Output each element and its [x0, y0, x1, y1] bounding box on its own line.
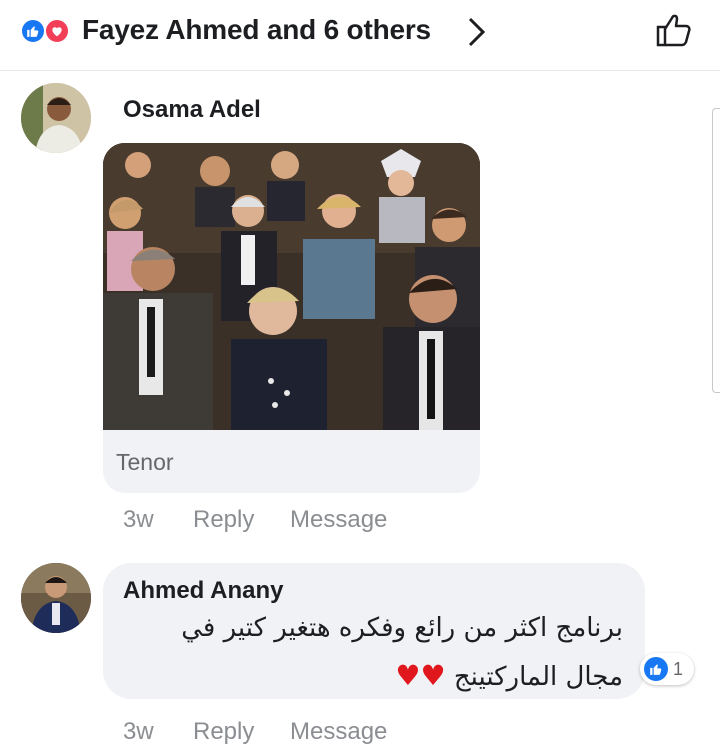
comment-author[interactable]: Ahmed Anany: [123, 577, 283, 605]
gif-source-label[interactable]: Tenor: [116, 449, 174, 476]
scrollbar[interactable]: [712, 108, 720, 393]
comment-author[interactable]: Osama Adel: [123, 96, 261, 124]
chevron-right-icon[interactable]: [466, 16, 488, 53]
gif-attachment[interactable]: Tenor: [103, 143, 480, 493]
love-reaction-icon: [44, 18, 70, 44]
reply-link[interactable]: Reply: [193, 718, 254, 746]
reaction-count-badge[interactable]: 1: [640, 653, 694, 685]
comment-text-line: مجال الماركتينج ♥♥: [123, 659, 623, 692]
comment-bubble[interactable]: Ahmed Anany برنامج اكثر من رائع وفكره هت…: [103, 563, 645, 699]
gif-image: [103, 143, 480, 430]
comment-timestamp: 3w: [123, 718, 154, 745]
avatar[interactable]: [21, 563, 91, 633]
thumbs-up-icon[interactable]: [654, 10, 694, 55]
reactions-header[interactable]: Fayez Ahmed and 6 others: [0, 0, 720, 66]
like-reaction-icon: [644, 657, 668, 681]
comment-timestamp: 3w: [123, 506, 154, 533]
heart-emoji: ♥♥: [395, 659, 446, 692]
reactors-summary[interactable]: Fayez Ahmed and 6 others: [82, 14, 431, 46]
comment-text-line: برنامج اكثر من رائع وفكره هتغير كتير في: [181, 613, 623, 643]
avatar[interactable]: [21, 83, 91, 153]
like-reaction-icon: [20, 18, 46, 44]
reply-link[interactable]: Reply: [193, 506, 254, 534]
header-divider: [0, 70, 720, 71]
comment-text: مجال الماركتينج: [453, 662, 623, 692]
message-link[interactable]: Message: [290, 506, 387, 534]
message-link[interactable]: Message: [290, 718, 387, 746]
reaction-count: 1: [673, 658, 684, 679]
